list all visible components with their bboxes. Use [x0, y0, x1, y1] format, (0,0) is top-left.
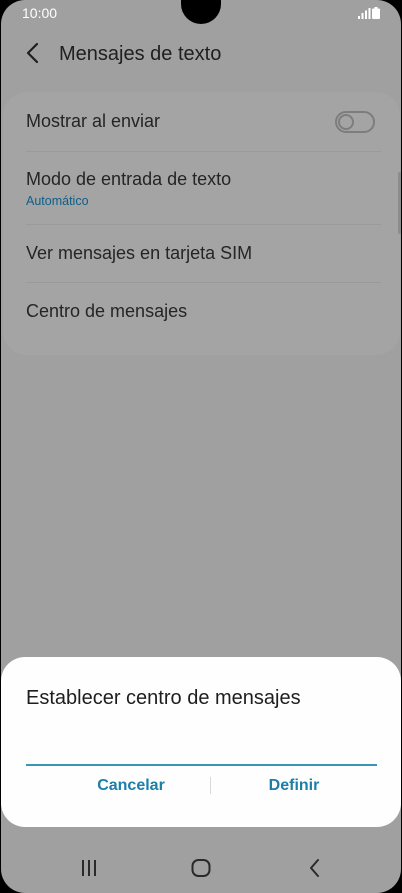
setting-label: Centro de mensajes: [26, 301, 188, 321]
chevron-left-icon[interactable]: [23, 40, 45, 66]
recent-apps-icon[interactable]: [67, 848, 111, 888]
setting-label: Mostrar al enviar: [26, 111, 161, 131]
setting-sim-messages[interactable]: Ver mensajes en tarjeta SIM: [3, 225, 400, 282]
toggle-knob: [338, 114, 354, 130]
define-button[interactable]: Definir: [204, 767, 384, 805]
status-bar: 10:00: [1, 0, 401, 26]
setting-message-center[interactable]: Centro de mensajes: [3, 283, 400, 343]
camera-notch: [181, 0, 221, 24]
settings-list: Mostrar al enviar Modo de entrada de tex…: [3, 92, 400, 355]
signal-icon: [358, 8, 371, 19]
setting-label: Modo de entrada de texto: [26, 169, 232, 189]
cancel-button[interactable]: Cancelar: [41, 767, 221, 805]
setting-value: Automático: [26, 194, 89, 208]
home-icon[interactable]: [179, 848, 223, 888]
dialog-title: Establecer centro de mensajes: [26, 687, 301, 709]
navigation-bar: [1, 840, 401, 893]
battery-icon: [372, 7, 380, 19]
setting-label: Ver mensajes en tarjeta SIM: [26, 243, 253, 263]
app-header: Mensajes de texto: [1, 30, 401, 80]
page-title: Mensajes de texto: [59, 43, 222, 65]
status-time: 10:00: [22, 5, 58, 21]
message-center-input[interactable]: [26, 720, 377, 766]
setting-show-on-send[interactable]: Mostrar al enviar: [3, 92, 400, 152]
back-icon[interactable]: [293, 848, 337, 888]
setting-text-input-mode[interactable]: Modo de entrada de texto Automático: [3, 152, 400, 224]
screen: 10:00 Mensajes de texto Mostrar al envia…: [1, 0, 401, 893]
scroll-indicator: [398, 172, 401, 234]
show-on-send-toggle[interactable]: [335, 111, 375, 133]
